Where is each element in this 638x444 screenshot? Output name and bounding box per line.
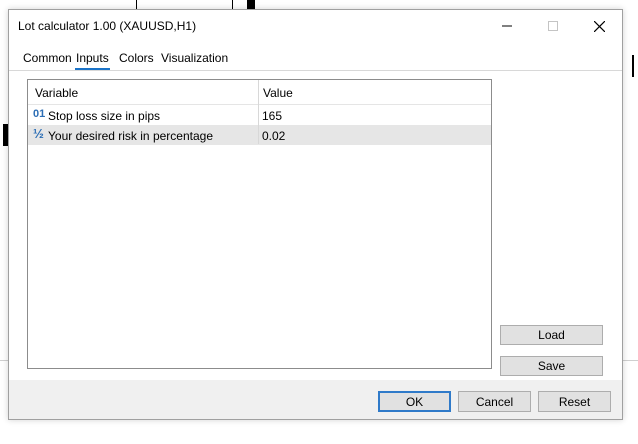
tab-bar: Common Inputs Colors Visualization xyxy=(9,44,622,71)
grid-header: Variable Value xyxy=(28,80,491,105)
chart-grid-line xyxy=(0,360,8,361)
save-button[interactable]: Save xyxy=(500,356,603,376)
close-icon xyxy=(593,20,605,32)
maximize-button xyxy=(530,10,576,42)
chart-grid-line xyxy=(623,360,638,361)
tab-common[interactable]: Common xyxy=(23,51,72,65)
table-row[interactable]: ½ Your desired risk in percentage 0.02 xyxy=(28,125,491,145)
column-header-value[interactable]: Value xyxy=(263,86,293,100)
variable-value[interactable]: 0.02 xyxy=(262,129,285,143)
reset-button[interactable]: Reset xyxy=(538,391,611,412)
column-header-variable[interactable]: Variable xyxy=(35,86,78,100)
inputs-panel: Variable Value 01 Stop loss size in pips… xyxy=(9,71,622,380)
column-separator[interactable] xyxy=(258,80,259,144)
title-bar[interactable]: Lot calculator 1.00 (XAUUSD,H1) xyxy=(9,10,622,44)
fraction-icon: ½ xyxy=(33,126,44,141)
close-button[interactable] xyxy=(576,10,622,42)
variable-name: Your desired risk in percentage xyxy=(48,129,213,143)
tab-inputs[interactable]: Inputs xyxy=(75,51,110,70)
variable-name: Stop loss size in pips xyxy=(48,109,161,123)
variable-value[interactable]: 165 xyxy=(262,109,282,123)
inputs-grid[interactable]: Variable Value 01 Stop loss size in pips… xyxy=(27,79,492,369)
ok-button[interactable]: OK xyxy=(378,391,451,412)
integer-icon: 01 xyxy=(33,108,46,120)
minimize-icon xyxy=(502,25,512,27)
table-row[interactable]: 01 Stop loss size in pips 165 xyxy=(28,105,491,125)
maximize-icon xyxy=(548,21,558,31)
load-button[interactable]: Load xyxy=(500,325,603,345)
tab-visualization[interactable]: Visualization xyxy=(161,51,228,65)
properties-dialog: Lot calculator 1.00 (XAUUSD,H1) Common I… xyxy=(8,9,623,420)
minimize-button[interactable] xyxy=(484,10,530,42)
tab-colors[interactable]: Colors xyxy=(119,51,154,65)
cancel-button[interactable]: Cancel xyxy=(458,391,531,412)
chart-wick xyxy=(632,55,634,77)
window-title: Lot calculator 1.00 (XAUUSD,H1) xyxy=(18,19,197,33)
